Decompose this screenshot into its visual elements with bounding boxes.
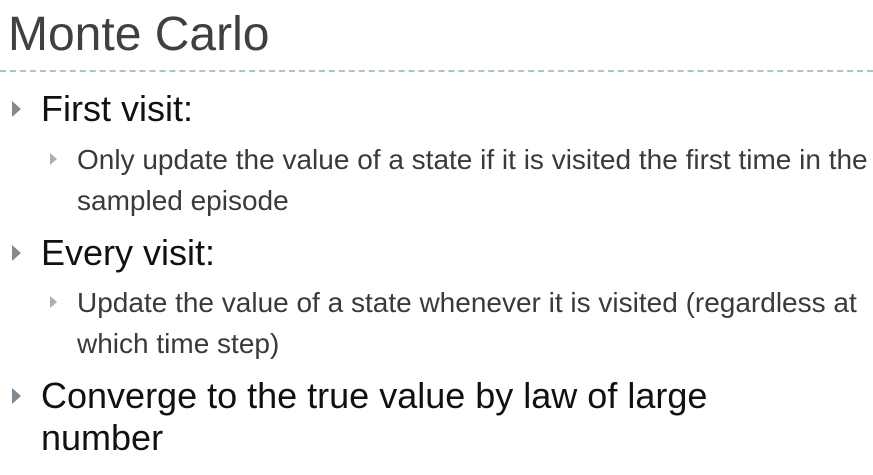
triangle-bullet-icon xyxy=(12,101,21,117)
bullet-text: Converge to the true value by law of lar… xyxy=(41,375,708,458)
sub-bullet-every-visit-detail: Update the value of a state whenever it … xyxy=(50,282,870,364)
bullet-convergence: Converge to the true value by law of lar… xyxy=(12,375,812,459)
sub-bullet-text: Only update the value of a state if it i… xyxy=(77,144,868,216)
sub-bullet-first-visit-detail: Only update the value of a state if it i… xyxy=(50,139,870,221)
triangle-bullet-icon xyxy=(12,245,21,261)
bullet-text: Every visit: xyxy=(41,232,216,273)
slide-title: Monte Carlo xyxy=(8,8,270,61)
title-divider xyxy=(0,70,873,72)
triangle-bullet-icon xyxy=(50,296,57,308)
bullet-text: First visit: xyxy=(41,88,193,129)
sub-bullet-text: Update the value of a state whenever it … xyxy=(77,287,857,359)
triangle-bullet-icon xyxy=(12,388,21,404)
bullet-every-visit: Every visit: xyxy=(12,232,215,274)
triangle-bullet-icon xyxy=(50,153,57,165)
bullet-first-visit: First visit: xyxy=(12,88,193,130)
